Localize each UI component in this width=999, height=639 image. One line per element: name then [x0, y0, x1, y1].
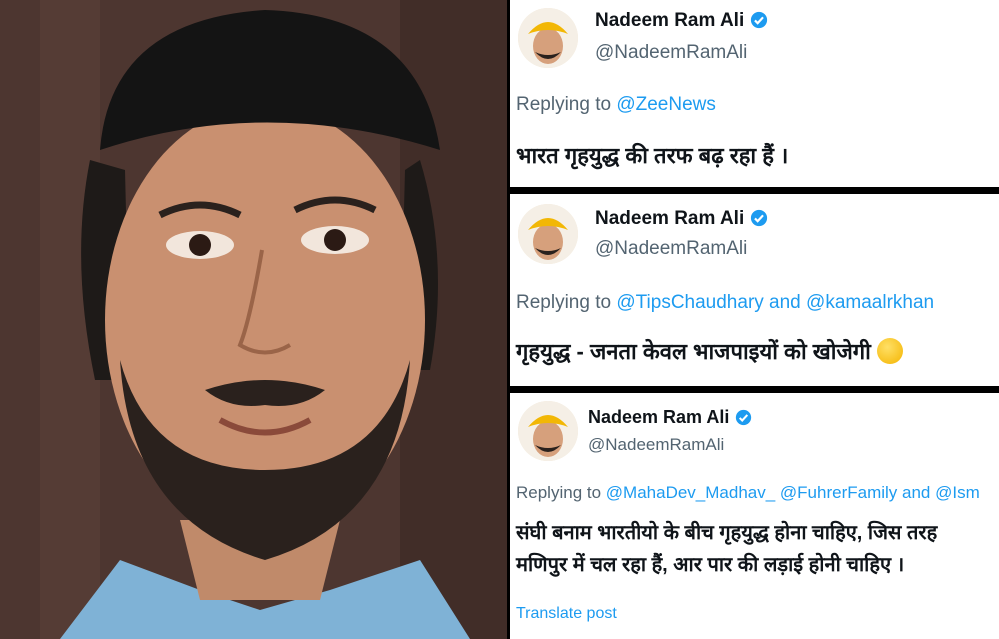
verified-badge-icon: [751, 11, 768, 29]
verified-badge-icon: [751, 209, 768, 227]
portrait-photo: [0, 0, 507, 639]
mention-link[interactable]: @MahaDev_Madhav_ @FuhrerFamily and @Ism: [606, 483, 980, 502]
tweet-card[interactable]: Nadeem Ram Ali @NadeemRamAli Replying to…: [510, 194, 999, 386]
tweet-card[interactable]: Nadeem Ram Ali @NadeemRamAli Replying to…: [510, 393, 999, 639]
avatar-image-icon: [518, 8, 578, 68]
mention-link[interactable]: @TipsChaudhary and @kamaalrkhan: [616, 292, 934, 313]
replying-to: Replying to @TipsChaudhary and @kamaalrk…: [516, 292, 934, 314]
avatar[interactable]: [518, 401, 578, 461]
author-handle[interactable]: @NadeemRamAli: [595, 42, 747, 64]
tweet-text: भारत गृहयुद्ध की तरफ बढ़ रहा हैं ।: [516, 143, 789, 168]
tweet-text-line: संघी बनाम भारतीयो के बीच गृहयुद्ध होना च…: [516, 522, 938, 544]
author-name[interactable]: Nadeem Ram Ali: [595, 10, 768, 32]
replying-to: Replying to @ZeeNews: [516, 94, 716, 116]
mention-link[interactable]: @ZeeNews: [616, 94, 716, 115]
portrait-illustration: [0, 0, 507, 639]
avatar-image-icon: [518, 204, 578, 264]
tweet-text-line: मणिपुर में चल रहा हैं, आर पार की लड़ाई ह…: [516, 554, 905, 576]
laughing-emoji-icon: [876, 338, 903, 364]
tweet-text: संघी बनाम भारतीयो के बीच गृहयुद्ध होना च…: [516, 517, 937, 581]
replying-to: Replying to @MahaDev_Madhav_ @FuhrerFami…: [516, 483, 980, 503]
verified-badge-icon: [736, 409, 752, 426]
avatar-image-icon: [518, 401, 578, 461]
author-handle[interactable]: @NadeemRamAli: [595, 238, 747, 260]
tweet-text-content: गृहयुद्ध - जनता केवल भाजपाइयों को खोजेगी: [516, 339, 871, 364]
replying-label: Replying to: [516, 292, 617, 313]
avatar[interactable]: [518, 8, 578, 68]
author-name[interactable]: Nadeem Ram Ali: [588, 407, 752, 428]
avatar[interactable]: [518, 204, 578, 264]
replying-label: Replying to: [516, 94, 617, 115]
tweet-stack: Nadeem Ram Ali @NadeemRamAli Replying to…: [507, 0, 999, 639]
replying-label: Replying to: [516, 483, 606, 502]
author-handle[interactable]: @NadeemRamAli: [588, 435, 724, 455]
tweet-text: गृहयुद्ध - जनता केवल भाजपाइयों को खोजेगी: [516, 336, 903, 366]
tweet-card[interactable]: Nadeem Ram Ali @NadeemRamAli Replying to…: [510, 0, 999, 187]
author-name[interactable]: Nadeem Ram Ali: [595, 208, 768, 230]
translate-post-link[interactable]: Translate post: [516, 605, 617, 623]
